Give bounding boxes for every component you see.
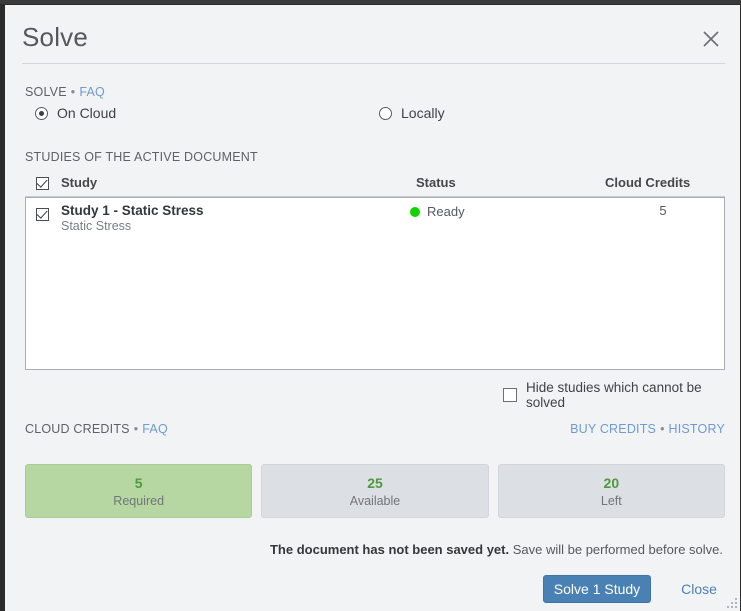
credit-box-required: 5 Required: [25, 464, 252, 518]
radio-on-cloud-label: On Cloud: [57, 105, 116, 121]
close-x-icon[interactable]: [699, 27, 723, 51]
credit-required-value: 5: [135, 475, 143, 491]
radio-locally[interactable]: Locally: [379, 105, 445, 121]
credit-available-value: 25: [367, 475, 383, 491]
credit-available-caption: Available: [350, 494, 401, 508]
credit-required-caption: Required: [113, 494, 164, 508]
studies-table-header: Study Status Cloud Credits: [25, 174, 725, 196]
credit-left-value: 20: [604, 475, 620, 491]
solve-button[interactable]: Solve 1 Study: [543, 575, 651, 603]
cloud-credits-section-label: CLOUD CREDITS •FAQ: [25, 422, 168, 436]
credit-box-available: 25 Available: [261, 464, 488, 518]
solve-dialog: Solve SOLVE•FAQ On Cloud Locally STUDIES…: [5, 5, 740, 611]
credit-left-caption: Left: [601, 494, 622, 508]
studies-list: Study 1 - Static Stress Static Stress Re…: [25, 197, 725, 370]
save-warning-bold: The document has not been saved yet.: [270, 542, 509, 557]
history-link[interactable]: HISTORY: [668, 422, 725, 436]
table-row[interactable]: Study 1 - Static Stress Static Stress Re…: [26, 198, 724, 242]
solve-section-label: SOLVE •FAQ: [25, 85, 105, 99]
resize-grip[interactable]: [724, 595, 737, 608]
row-status-text: Ready: [427, 204, 465, 219]
credits-separator: •: [134, 422, 139, 436]
save-warning-text: The document has not been saved yet. Sav…: [270, 542, 723, 557]
hide-studies-checkbox[interactable]: [503, 388, 517, 402]
status-dot-icon: [410, 207, 420, 217]
row-study-name: Study 1 - Static Stress: [61, 203, 204, 218]
close-button[interactable]: Close: [673, 575, 725, 603]
radio-on-cloud[interactable]: On Cloud: [35, 105, 116, 121]
background-app-strip: [0, 0, 741, 4]
cloud-credits-label-text: CLOUD CREDITS: [25, 422, 130, 436]
background-app-text: [6, 0, 9, 4]
application-window: Solve SOLVE•FAQ On Cloud Locally STUDIES…: [0, 0, 741, 611]
solve-label-text: SOLVE: [25, 85, 67, 99]
studies-section-label: STUDIES OF THE ACTIVE DOCUMENT: [25, 150, 258, 164]
radio-on-cloud-indicator[interactable]: [35, 107, 48, 120]
save-warning-rest: Save will be performed before solve.: [509, 542, 723, 557]
buy-credits-link[interactable]: BUY CREDITS: [570, 422, 656, 436]
dialog-titlebar: Solve: [5, 5, 740, 63]
hide-unsolvable-studies-option[interactable]: Hide studies which cannot be solved: [503, 380, 740, 410]
credit-summary: 5 Required 25 Available 20 Left: [25, 464, 725, 518]
solve-faq-link[interactable]: FAQ: [79, 85, 105, 99]
row-checkbox[interactable]: [36, 208, 49, 221]
title-divider: [22, 63, 725, 64]
page-title: Solve: [22, 22, 88, 53]
radio-locally-indicator[interactable]: [379, 107, 392, 120]
cloud-credits-faq-link[interactable]: FAQ: [142, 422, 168, 436]
row-study-type: Static Stress: [61, 219, 131, 233]
select-all-checkbox[interactable]: [36, 177, 49, 190]
radio-locally-label: Locally: [401, 105, 445, 121]
credits-actions-separator: •: [660, 422, 664, 436]
row-credits-value: 5: [651, 203, 675, 218]
hide-studies-label: Hide studies which cannot be solved: [526, 380, 740, 410]
status-badge: Ready: [410, 204, 465, 219]
column-header-cloud-credits: Cloud Credits: [605, 175, 690, 190]
column-header-status: Status: [416, 175, 456, 190]
credit-box-left: 20 Left: [498, 464, 725, 518]
column-header-study: Study: [61, 175, 97, 190]
credits-actions: BUY CREDITS • HISTORY: [570, 422, 725, 436]
solve-separator: •: [71, 85, 76, 99]
